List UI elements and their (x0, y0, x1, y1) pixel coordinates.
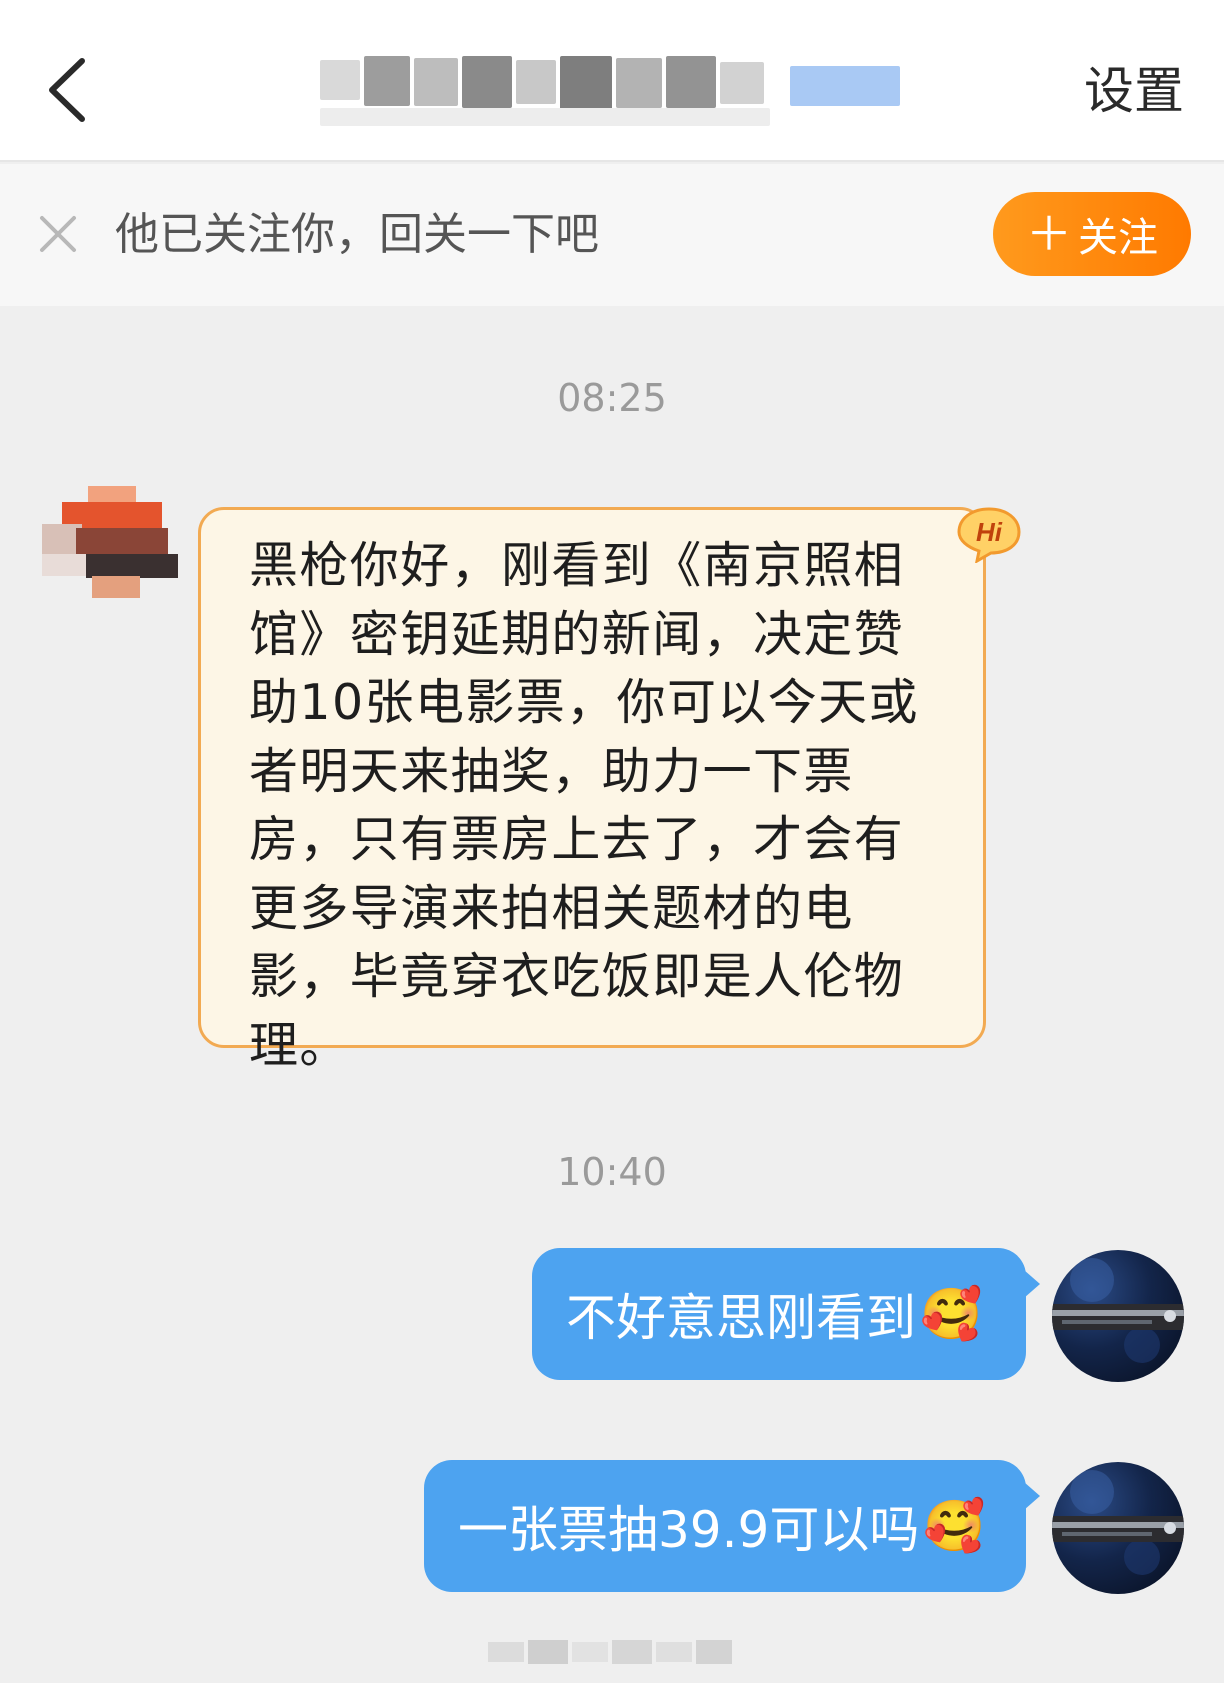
watermark-obscured (488, 1636, 734, 1668)
outgoing-message-text: 不好意思刚看到 (566, 1289, 916, 1347)
my-avatar[interactable] (1052, 1250, 1184, 1382)
outgoing-message-bubble[interactable]: 不好意思刚看到 🥰 (532, 1248, 1040, 1380)
follow-button-label: 关注 (1078, 215, 1158, 261)
plus-icon: ＋ (1026, 207, 1072, 261)
outgoing-message-bubble[interactable]: 一张票抽39.9可以吗 🥰 (424, 1460, 1040, 1592)
bubble-tail (1024, 1482, 1040, 1510)
back-button[interactable] (28, 45, 104, 135)
follow-button[interactable]: ＋ 关注 (993, 192, 1191, 276)
top-nav-bar: 设置 (0, 0, 1224, 162)
incoming-message-text: 黑枪你好，刚看到《南京照相馆》密钥延期的新闻，决定赞助10张电影票，你可以今天或… (249, 537, 919, 1074)
avatar-image (1052, 1470, 1184, 1575)
hi-greeting-badge-icon: Hi (957, 507, 1021, 563)
hugging-face-emoji-icon: 🥰 (923, 1496, 986, 1555)
avatar-image (1052, 1258, 1184, 1363)
follow-back-hint: 他已关注你，回关一下吧 (115, 209, 599, 260)
chevron-left-icon (49, 58, 85, 122)
bubble-tail (1024, 1270, 1040, 1298)
my-avatar[interactable] (1052, 1462, 1184, 1594)
settings-button[interactable]: 设置 (1084, 56, 1184, 126)
message-timestamp: 10:40 (557, 1150, 667, 1194)
hugging-face-emoji-icon: 🥰 (920, 1284, 983, 1343)
sender-avatar-obscured[interactable] (36, 482, 182, 600)
incoming-message-bubble[interactable]: 黑枪你好，刚看到《南京照相馆》密钥延期的新闻，决定赞助10张电影票，你可以今天或… (198, 507, 986, 1074)
outgoing-message-text: 一张票抽39.9可以吗 (458, 1501, 920, 1559)
close-icon[interactable] (36, 212, 80, 256)
message-timestamp: 08:25 (557, 376, 667, 420)
svg-text:Hi: Hi (976, 517, 1003, 547)
conversation-title-obscured (320, 52, 900, 132)
